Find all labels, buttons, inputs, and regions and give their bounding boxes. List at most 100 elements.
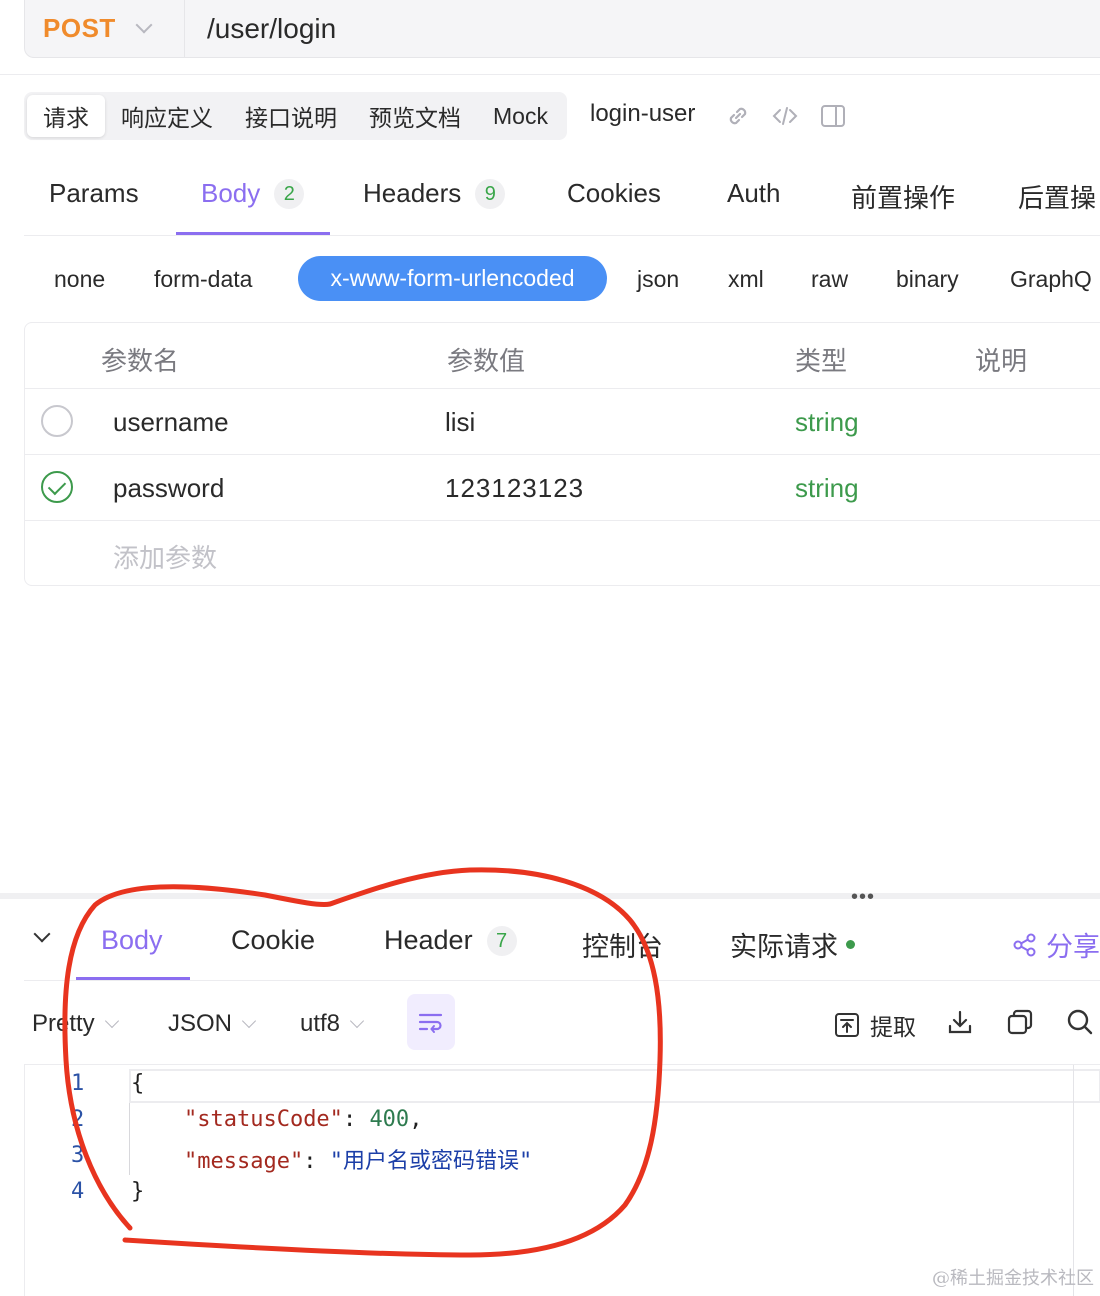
tab-response-definition[interactable]: 响应定义 [105,95,229,137]
format-mode-label: Pretty [32,1010,95,1037]
header-count-badge: 7 [486,925,517,956]
tab-headers[interactable]: Headers 9 [363,178,506,209]
divider [24,980,1100,981]
body-type-binary[interactable]: binary [896,266,959,293]
wrap-icon [418,1013,443,1033]
chevron-down-icon [241,1013,257,1029]
body-type-graphql[interactable]: GraphQ [1010,266,1092,293]
body-type-form-data[interactable]: form-data [154,266,252,293]
response-tab-cookie[interactable]: Cookie [231,925,315,956]
row-enable-checkbox[interactable] [41,471,73,503]
tab-body-label: Body [201,178,261,208]
search-icon[interactable] [1066,1008,1094,1036]
response-body-editor[interactable]: 1 2 3 4 { "statusCode": 400, "message": … [24,1064,1100,1296]
panel-resize-bar[interactable] [0,893,1100,899]
indent-guide [129,1103,130,1175]
tab-api-description[interactable]: 接口说明 [229,95,353,137]
tab-auth[interactable]: Auth [727,178,781,209]
body-type-json[interactable]: json [637,266,679,293]
tab-mock[interactable]: Mock [477,95,564,137]
drag-handle-icon[interactable]: ••• [851,886,875,909]
code-line: { [131,1071,145,1096]
response-tab-actual-request[interactable]: 实际请求 [730,925,855,964]
body-type-raw[interactable]: raw [811,266,848,293]
tab-request[interactable]: 请求 [27,95,105,137]
url-input[interactable]: /user/login [207,13,336,45]
tab-body[interactable]: Body 2 [201,178,305,209]
row-enable-checkbox[interactable] [41,405,73,437]
code-line: "statusCode": 400, [183,1107,423,1132]
param-name-cell[interactable]: username [113,407,229,438]
column-header-type: 类型 [795,346,848,376]
tab-headers-label: Headers [363,178,462,208]
tab-params[interactable]: Params [49,178,139,209]
status-dot-icon [846,940,855,949]
json-value: "用户名或密码错误" [329,1149,533,1174]
response-tab-header[interactable]: Header 7 [384,925,517,956]
share-icon [1013,933,1036,956]
url-bar: POST /user/login [24,0,1100,58]
response-tab-header-label: Header [384,925,473,955]
api-name[interactable]: login-user [590,100,695,128]
encoding-select[interactable]: utf8 [300,1010,365,1038]
response-tab-body[interactable]: Body [101,925,163,956]
divider [0,74,1100,75]
divider [24,235,1100,236]
json-key: "statusCode" [183,1107,343,1132]
encoding-label: utf8 [300,1010,341,1037]
share-label: 分享 [1046,932,1100,962]
body-type-urlencoded[interactable]: x-www-form-urlencoded [298,256,607,301]
chevron-down-icon [349,1013,365,1029]
line-number: 1 [71,1071,85,1096]
extract-label: 提取 [870,1014,916,1040]
param-value-cell[interactable]: 123123123 [445,473,584,504]
panel-toggle-icon[interactable] [819,102,847,130]
code-icon[interactable] [771,102,799,130]
watermark: @稀土掘金技术社区 [932,1268,1094,1289]
extract-icon [835,1013,859,1037]
json-value: 400 [369,1107,410,1132]
format-lang-select[interactable]: JSON [168,1010,257,1038]
param-type-cell[interactable]: string [795,473,859,504]
download-icon[interactable] [946,1008,974,1036]
format-lang-label: JSON [168,1010,233,1037]
params-table: 参数名 参数值 类型 说明 username lisi string passw… [24,322,1100,586]
code-line: } [131,1179,145,1204]
method-select[interactable]: POST [25,0,185,57]
code-line: "message": "用户名或密码错误" [183,1149,533,1174]
headers-count-badge: 9 [475,178,506,209]
word-wrap-button[interactable] [407,994,455,1050]
chevron-down-icon [135,16,153,33]
line-number: 2 [71,1107,85,1132]
add-param-input[interactable]: 添加参数 [113,538,217,575]
editor-scrollbar[interactable] [1073,1065,1074,1296]
param-type-cell[interactable]: string [795,407,859,438]
tab-preview-docs[interactable]: 预览文档 [353,95,477,137]
tab-cookies[interactable]: Cookies [567,178,661,209]
column-header-value: 参数值 [447,346,526,376]
top-tab-group: 请求 响应定义 接口说明 预览文档 Mock [24,92,567,140]
column-header-name: 参数名 [101,346,180,376]
response-tab-actual-label: 实际请求 [730,932,838,962]
param-value-cell[interactable]: lisi [445,407,475,438]
row-divider [25,454,1100,455]
collapse-chevron-icon[interactable] [33,925,51,943]
share-button[interactable]: 分享 [1012,925,1100,964]
body-type-none[interactable]: none [54,266,105,293]
tab-post-operations[interactable]: 后置操 [1018,178,1096,215]
format-mode-select[interactable]: Pretty [32,1010,119,1038]
line-number: 3 [71,1143,85,1168]
response-tab-console[interactable]: 控制台 [582,925,663,964]
param-name-cell[interactable]: password [113,473,224,504]
chevron-down-icon [104,1013,119,1029]
copy-icon[interactable] [1006,1008,1034,1036]
method-label: POST [43,13,116,43]
json-key: "message" [183,1149,304,1174]
line-number: 4 [71,1179,85,1204]
body-count-badge: 2 [274,178,305,209]
current-line-highlight [129,1069,1100,1103]
link-icon[interactable] [724,102,752,130]
extract-button[interactable]: 提取 [834,1008,916,1042]
tab-pre-operations[interactable]: 前置操作 [851,178,955,215]
body-type-xml[interactable]: xml [728,266,764,293]
